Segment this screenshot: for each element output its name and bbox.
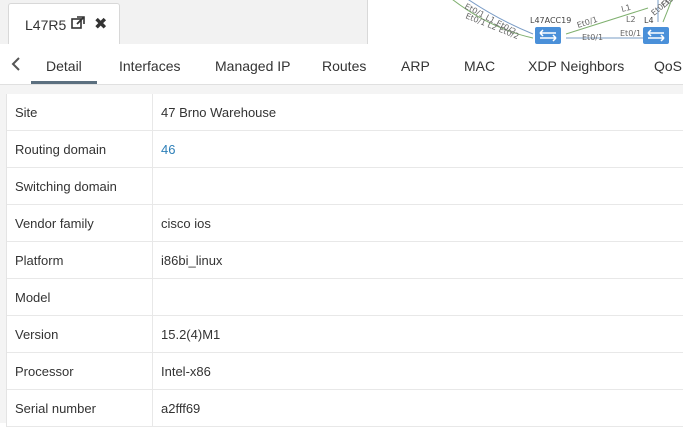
tab-qos[interactable]: QoS [654,58,682,74]
column-divider [152,131,153,167]
switch-node-icon[interactable] [535,27,561,44]
row-label: Routing domain [15,142,107,157]
graph-link-label: L2 [626,15,636,24]
detail-tabs: Detail Interfaces Managed IP Routes ARP … [0,44,683,85]
table-row: Site 47 Brno Warehouse [7,94,683,131]
row-label: Switching domain [15,179,117,194]
graph-link-label: Et0/1 [620,29,641,38]
tab-interfaces[interactable]: Interfaces [119,58,180,74]
column-divider [152,353,153,389]
row-value: 15.2(4)M1 [161,327,221,342]
graph-link-label: L1 [620,3,631,14]
chevron-left-icon[interactable] [11,57,21,76]
table-row: Version 15.2(4)M1 [7,316,683,353]
table-row: Platform i86bi_linux [7,242,683,279]
row-value: i86bi_linux [161,253,223,268]
detail-panel: Site 47 Brno Warehouse Routing domain 46… [0,85,683,427]
row-label: Vendor family [15,216,94,231]
table-row: Serial number a2fff69 [7,390,683,427]
table-row: Routing domain 46 [7,131,683,168]
row-label: Platform [15,253,64,268]
column-divider [152,168,153,204]
row-label: Site [15,105,38,120]
table-row: Model [7,279,683,316]
tab-arp[interactable]: ARP [401,58,430,74]
graph-node-label: L47ACC19 [530,16,571,25]
row-value: Intel-x86 [161,364,211,379]
row-label: Processor [15,364,74,379]
table-row: Switching domain [7,168,683,205]
column-divider [152,390,153,426]
column-divider [152,242,153,278]
tab-managed-ip[interactable]: Managed IP [215,58,291,74]
row-label: Version [15,327,59,342]
row-value: cisco ios [161,216,211,231]
column-divider [152,205,153,241]
close-icon[interactable]: ✖ [94,14,107,34]
table-row: Vendor family cisco ios [7,205,683,242]
active-tab-indicator [31,81,97,84]
routing-domain-link[interactable]: 46 [161,142,175,157]
row-label: Model [15,290,51,305]
row-value: a2fff69 [161,401,201,416]
table-row: Processor Intel-x86 [7,353,683,390]
tab-xdp-neighbors[interactable]: XDP Neighbors [528,58,624,74]
external-link-icon[interactable] [71,16,85,35]
tab-mac[interactable]: MAC [464,58,495,74]
row-value: 47 Brno Warehouse [161,105,277,120]
row-label: Serial number [15,401,96,416]
graph-link-label: Et0/1 [582,33,603,42]
top-bar: L47R5 ✖ Et0/1 L1 Et0/2 Et0/1 L2 Et0/2 Et… [0,0,683,44]
switch-node-icon[interactable] [643,27,669,44]
column-divider [152,279,153,315]
device-tab-title: L47R5 [25,17,67,33]
topology-graph-panel[interactable]: Et0/1 L1 Et0/2 Et0/1 L2 Et0/2 Et0/1 Et0/… [367,0,683,44]
column-divider [152,94,153,130]
detail-table: Site 47 Brno Warehouse Routing domain 46… [6,94,683,427]
tab-detail[interactable]: Detail [46,58,82,74]
device-tab[interactable]: L47R5 ✖ [8,3,120,44]
graph-node-label: L4 [644,16,654,25]
column-divider [152,316,153,352]
tab-routes[interactable]: Routes [322,58,366,74]
